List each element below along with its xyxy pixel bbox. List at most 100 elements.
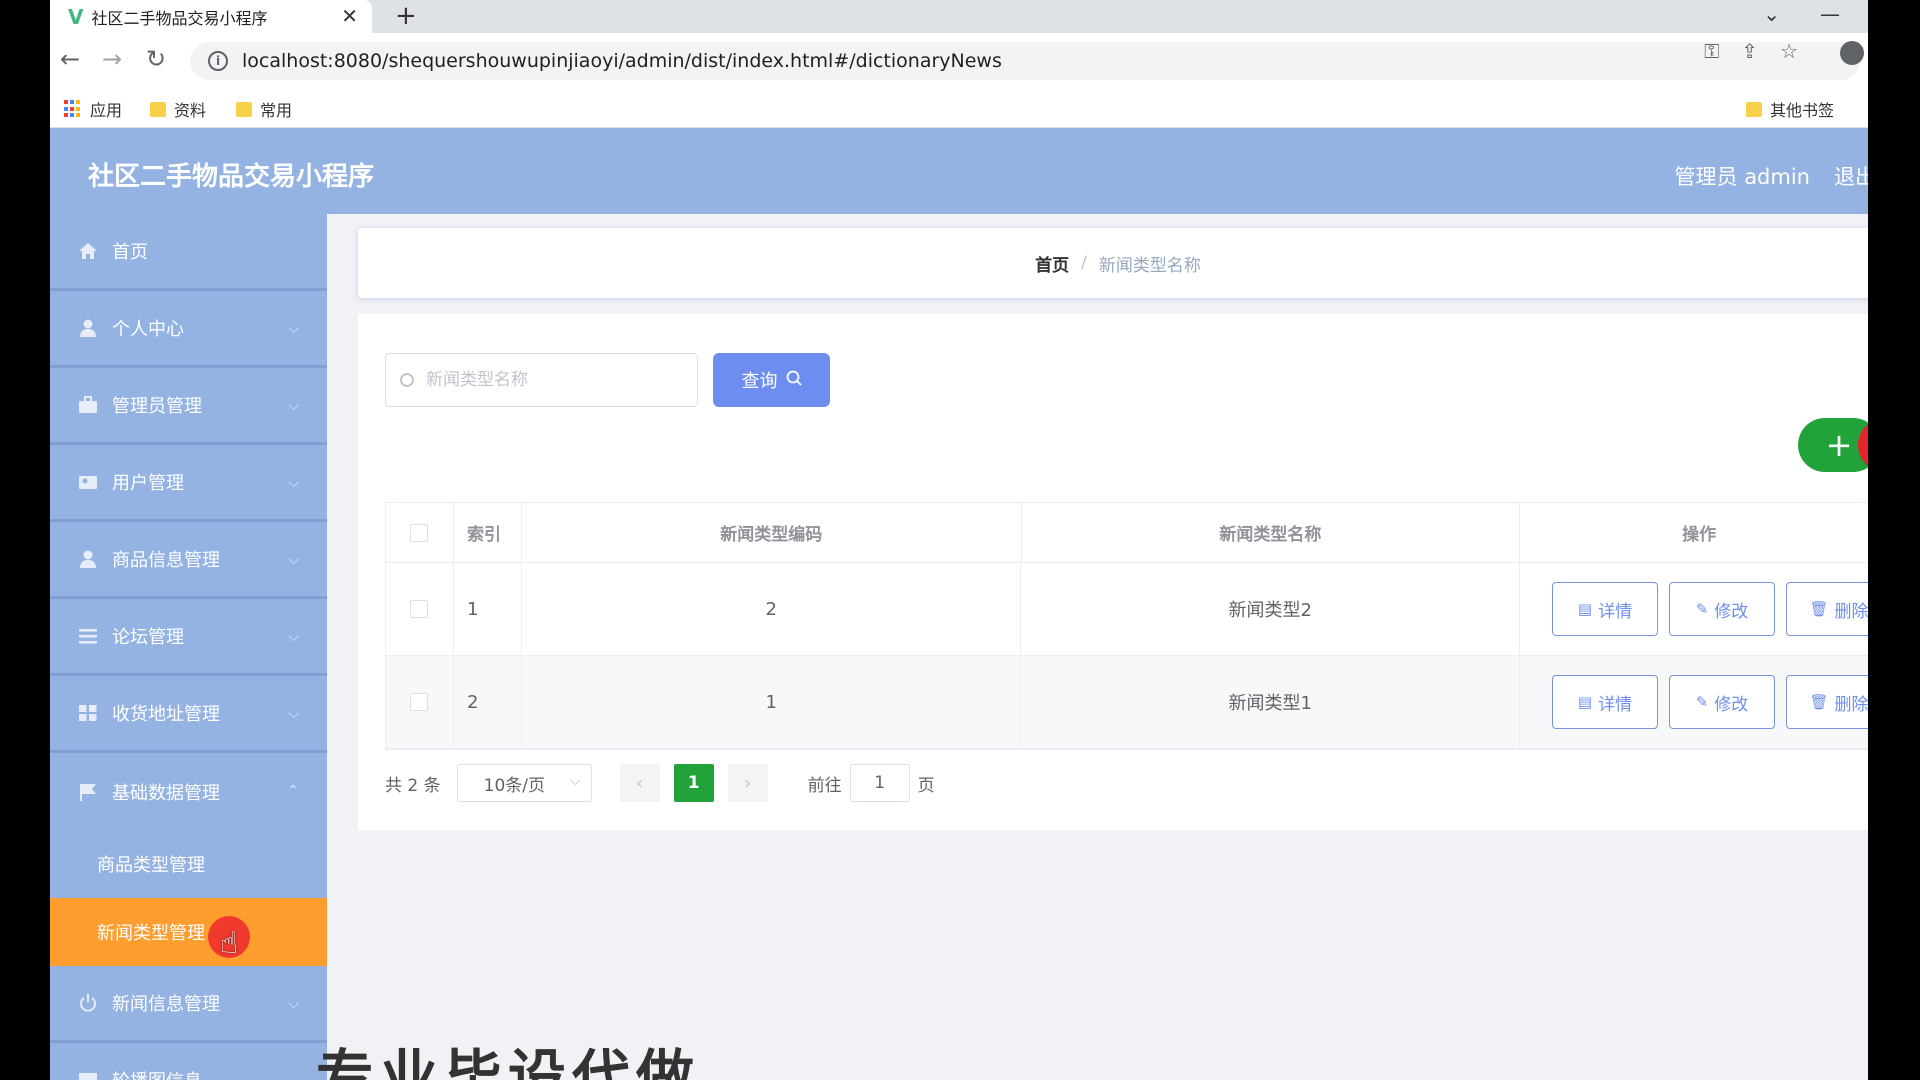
edit-button[interactable]: ✎ 修改 bbox=[1668, 582, 1775, 636]
tab-search-chevron-icon[interactable]: ⌄ bbox=[1763, 0, 1780, 28]
chevron-left-icon: ‹ bbox=[636, 772, 644, 794]
url-text: localhost:8080/shequershouwupinjiaoyi/ad… bbox=[242, 50, 1002, 72]
back-icon[interactable]: ← bbox=[60, 45, 80, 73]
bookmark-other-label: 其他书签 bbox=[1770, 101, 1835, 120]
edit-button[interactable]: ✎ 修改 bbox=[1668, 675, 1775, 729]
sidebar-item-news-management[interactable]: 新闻信息管理 ⌵ bbox=[50, 966, 327, 1043]
url-actions: ⚿ ⇪ ☆ bbox=[1704, 39, 1798, 63]
detail-button[interactable]: ▤ 详情 bbox=[1551, 582, 1658, 636]
detail-label: 详情 bbox=[1598, 601, 1633, 622]
detail-button[interactable]: ▤ 详情 bbox=[1551, 675, 1658, 729]
sidebar-item-user-management[interactable]: 用户管理 ⌵ bbox=[50, 445, 327, 522]
table-row: 2 1 新闻类型1 ▤ 详情 ✎ 修改 🗑 删除 bbox=[386, 656, 1868, 749]
edit-label: 修改 bbox=[1714, 601, 1749, 622]
sidebar-subitem-goods-type[interactable]: 商品类型管理 bbox=[50, 830, 327, 898]
chevron-right-icon: › bbox=[744, 772, 752, 794]
header-select-all bbox=[386, 503, 454, 562]
forward-icon[interactable]: → bbox=[102, 45, 122, 73]
minimize-icon[interactable]: — bbox=[1820, 0, 1840, 28]
edit-icon: ✎ bbox=[1695, 600, 1709, 618]
star-icon[interactable]: ☆ bbox=[1780, 39, 1798, 63]
table-row: 1 2 新闻类型2 ▤ 详情 ✎ 修改 🗑 删除 bbox=[386, 563, 1868, 656]
site-info-icon[interactable]: i bbox=[208, 51, 228, 71]
column-header: 操作 bbox=[1682, 525, 1717, 545]
sidebar-item-forum-management[interactable]: 论坛管理 ⌵ bbox=[50, 599, 327, 676]
search-input[interactable] bbox=[385, 353, 698, 407]
bookmark-folder-changyong[interactable]: 常用 bbox=[236, 97, 292, 121]
chevron-down-icon: ⌵ bbox=[288, 398, 299, 414]
address-bar: ← → ↻ i localhost:8080/shequershouwupinj… bbox=[50, 33, 1868, 88]
goto-label: 前往 bbox=[807, 775, 842, 796]
sidebar-subitem-label: 商品类型管理 bbox=[97, 855, 205, 876]
logout-link[interactable]: 退出 bbox=[1834, 161, 1868, 191]
sidebar-item-goods-management[interactable]: 商品信息管理 ⌵ bbox=[50, 522, 327, 599]
flag-icon bbox=[78, 783, 98, 801]
profile-avatar-icon[interactable] bbox=[1840, 41, 1864, 65]
tab-title: 社区二手物品交易小程序 bbox=[91, 8, 268, 28]
delete-label: 删除 bbox=[1834, 694, 1869, 715]
sidebar-subitem-news-type[interactable]: 新闻类型管理 bbox=[50, 898, 327, 966]
next-page-button[interactable]: › bbox=[727, 764, 768, 802]
select-all-checkbox[interactable] bbox=[410, 523, 429, 542]
reload-icon[interactable]: ↻ bbox=[146, 45, 166, 73]
url-field[interactable]: i localhost:8080/shequershouwupinjiaoyi/… bbox=[190, 42, 1860, 80]
vue-logo-icon: V bbox=[68, 4, 84, 29]
delete-button[interactable]: 🗑 删除 bbox=[1785, 675, 1869, 729]
query-button[interactable]: 查询 bbox=[713, 353, 830, 407]
app-title: 社区二手物品交易小程序 bbox=[88, 162, 375, 192]
row-checkbox[interactable] bbox=[410, 693, 429, 711]
share-icon[interactable]: ⇪ bbox=[1741, 39, 1758, 63]
goto-page-input[interactable]: 1 bbox=[849, 764, 910, 802]
bookmarks-bar: 应用 资料 常用 其他书签 bbox=[50, 88, 1868, 128]
pagination: 共 2 条 10条/页 ⌵ ‹ 1 › 前往 1 页 bbox=[385, 764, 935, 802]
list-icon bbox=[78, 627, 98, 645]
sidebar-item-label: 新闻信息管理 bbox=[112, 994, 220, 1015]
bookmark-folder-ziliao[interactable]: 资料 bbox=[150, 97, 206, 121]
cell-code: 2 bbox=[522, 563, 1022, 655]
page-size-value: 10条/页 bbox=[483, 775, 545, 796]
chevron-down-icon: ⌵ bbox=[288, 552, 299, 568]
hand-cursor-icon: ☝ bbox=[220, 926, 239, 961]
cell-operations: ▤ 详情 ✎ 修改 🗑 删除 bbox=[1520, 656, 1868, 748]
sidebar-item-address-management[interactable]: 收货地址管理 ⌵ bbox=[50, 676, 327, 753]
tab-close-icon[interactable]: ✕ bbox=[341, 4, 358, 28]
row-checkbox[interactable] bbox=[410, 600, 429, 618]
user-icon bbox=[78, 550, 98, 568]
cell-name: 新闻类型1 bbox=[1021, 656, 1520, 748]
column-header: 索引 bbox=[454, 503, 522, 562]
new-tab-button[interactable]: + bbox=[395, 0, 417, 32]
bookmark-apps[interactable]: 应用 bbox=[64, 97, 122, 121]
folder-icon bbox=[236, 101, 252, 117]
bookmark-other[interactable]: 其他书签 bbox=[1746, 97, 1834, 121]
key-icon[interactable]: ⚿ bbox=[1704, 39, 1719, 63]
sidebar-item-label: 个人中心 bbox=[112, 319, 184, 340]
sidebar-item-admin-management[interactable]: 管理员管理 ⌵ bbox=[50, 368, 327, 445]
sidebar-item-personal-center[interactable]: 个人中心 ⌵ bbox=[50, 291, 327, 368]
row-select bbox=[386, 656, 454, 748]
prev-page-button[interactable]: ‹ bbox=[619, 764, 660, 802]
page-unit-label: 页 bbox=[917, 775, 935, 796]
cell-name: 新闻类型2 bbox=[1021, 563, 1520, 655]
sidebar-item-label: 基础数据管理 bbox=[112, 782, 220, 804]
delete-button[interactable]: 🗑 删除 bbox=[1785, 582, 1868, 636]
browser-tabstrip: V 社区二手物品交易小程序 ✕ + ⌄ — bbox=[50, 0, 1868, 33]
breadcrumb-separator: / bbox=[1081, 253, 1087, 273]
search-field[interactable] bbox=[426, 370, 666, 390]
news-type-table: 索引 新闻类型编码 新闻类型名称 操作 1 2 新闻类型2 ▤ 详情 ✎ 修改 🗑 删… bbox=[385, 502, 1868, 750]
sidebar-item-base-data-management[interactable]: 基础数据管理 ⌃ bbox=[50, 753, 327, 830]
breadcrumb-current: 新闻类型名称 bbox=[1098, 255, 1201, 276]
page-number-current[interactable]: 1 bbox=[673, 764, 714, 802]
edit-icon: ✎ bbox=[1695, 693, 1709, 711]
sidebar-item-home[interactable]: 首页 bbox=[50, 214, 327, 291]
screen: V 社区二手物品交易小程序 ✕ + ⌄ — ← → ↻ i localhost:… bbox=[50, 0, 1868, 1080]
sidebar-item-carousel[interactable]: 轮播图信息 bbox=[50, 1043, 327, 1080]
breadcrumb-home[interactable]: 首页 bbox=[1035, 251, 1069, 276]
image-icon bbox=[78, 1071, 98, 1080]
page-size-select[interactable]: 10条/页 ⌵ bbox=[456, 764, 592, 802]
folder-icon bbox=[150, 101, 166, 117]
sidebar-item-label: 管理员管理 bbox=[112, 396, 202, 417]
browser-tab[interactable]: V 社区二手物品交易小程序 ✕ bbox=[50, 0, 372, 33]
sidebar-item-label: 收货地址管理 bbox=[112, 704, 220, 725]
sidebar-item-label: 轮播图信息 bbox=[112, 1067, 202, 1080]
column-header: 新闻类型名称 bbox=[1022, 503, 1521, 562]
